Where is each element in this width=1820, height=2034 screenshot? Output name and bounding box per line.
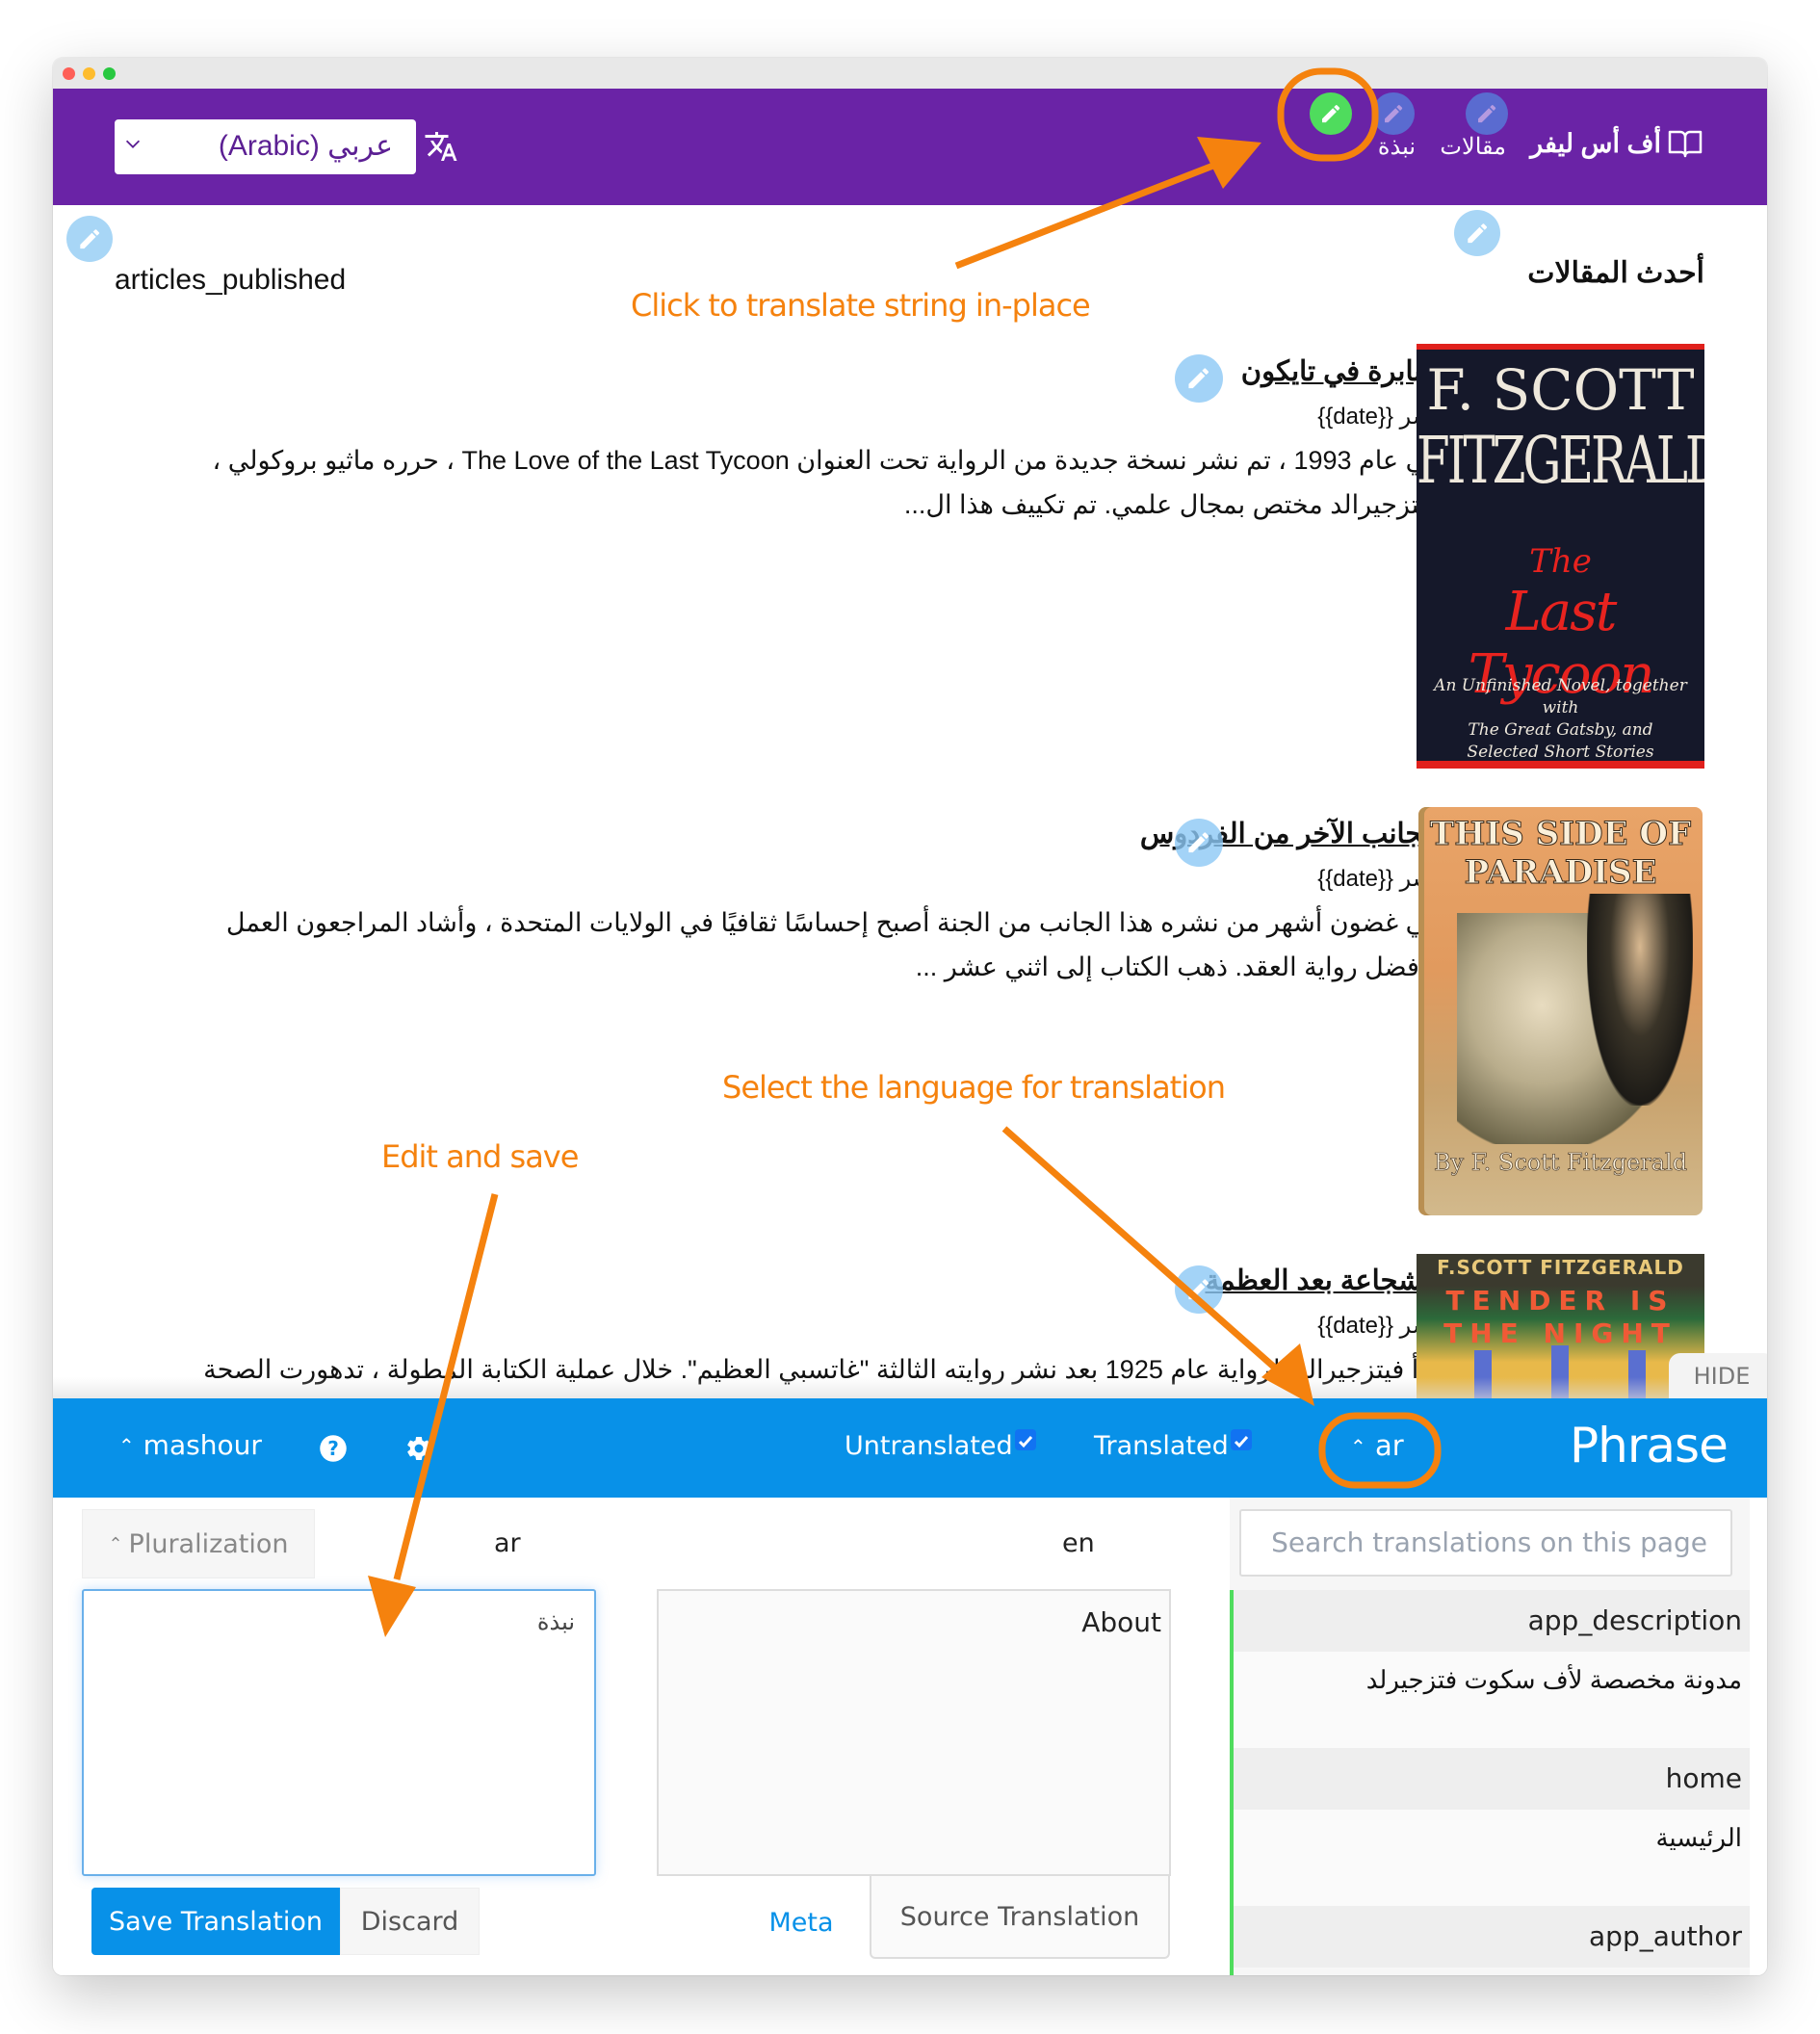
cover-text: By F. Scott Fitzgerald	[1433, 1149, 1688, 1177]
svg-text:?: ?	[327, 1437, 339, 1460]
cover-title: TENDER IS THE NIGHT	[1417, 1285, 1704, 1350]
article-excerpt: في غضون أشهر من نشره هذا الجانب من الجنة…	[225, 908, 1440, 981]
edit-string-button-active[interactable]	[1310, 92, 1352, 135]
edit-string-button[interactable]	[66, 216, 113, 262]
minimize-window-button[interactable]	[83, 67, 95, 80]
edit-string-button[interactable]	[1466, 92, 1508, 135]
user-name: mashour	[143, 1429, 262, 1461]
search-placeholder: Search translations on this page	[1271, 1526, 1707, 1558]
translation-value: نبذة	[536, 1609, 575, 1635]
edit-string-button[interactable]	[1175, 1265, 1223, 1314]
cover-text: Selected Short Stories	[1467, 743, 1654, 762]
gear-icon[interactable]	[404, 1434, 433, 1463]
hide-panel-button[interactable]: HIDE	[1669, 1353, 1767, 1399]
latest-articles-heading: أحدث المقالات	[1527, 257, 1704, 289]
article-title-link[interactable]: جبابرة في تايكون	[1241, 354, 1440, 388]
phrase-brand: Phrase	[1570, 1418, 1729, 1473]
translated-checkbox[interactable]	[1230, 1429, 1252, 1450]
panel-shadow	[53, 1377, 1767, 1398]
discard-button[interactable]: Discard	[340, 1888, 480, 1955]
pencil-icon	[1468, 223, 1487, 243]
search-translations-input[interactable]: Search translations on this page	[1239, 1509, 1732, 1577]
cover-text: The Great Gatsby, and	[1468, 720, 1653, 740]
site-navbar: عربي (Arabic) أف أس ليفر مقالات نبذة	[53, 89, 1767, 205]
locale-code: ar	[1374, 1429, 1404, 1462]
target-locale-label: ar	[494, 1528, 521, 1558]
pencil-icon	[1188, 832, 1209, 853]
cover-text: F.SCOTT FITZGERALD	[1437, 1256, 1684, 1279]
translation-value-row[interactable]: الرئيسية	[1234, 1810, 1750, 1906]
untranslated-checkbox[interactable]	[1014, 1429, 1036, 1450]
question-circle-icon[interactable]: ?	[319, 1434, 348, 1463]
cover-text: F. SCOTT	[1426, 357, 1695, 423]
cover-illustration	[1587, 894, 1693, 1106]
translation-textarea[interactable]: نبذة	[82, 1589, 596, 1876]
filter-untranslated[interactable]: Untranslated	[845, 1429, 1036, 1461]
pencil-icon	[1384, 104, 1403, 123]
cover-text: The	[1529, 542, 1592, 581]
nav-link-about[interactable]: نبذة	[1378, 133, 1416, 161]
user-menu-toggle[interactable]: ⌃ mashour	[118, 1429, 262, 1461]
filter-label: Untranslated	[845, 1431, 1013, 1461]
annotation-click-translate: Click to translate string in-place	[631, 287, 1091, 324]
book-cover-this-side-of-paradise[interactable]: THIS SIDE OF PARADISE By F. Scott Fitzge…	[1418, 807, 1703, 1215]
phrase-toolbar: ⌃ mashour ? Untranslated Translated ⌃ ar…	[53, 1398, 1767, 1498]
tab-meta[interactable]: Meta	[739, 1892, 864, 1952]
book-cover-last-tycoon[interactable]: F. SCOTT FITZGERALD The Last Tycoon An U…	[1417, 344, 1704, 769]
chevron-down-icon	[125, 140, 141, 148]
cover-text: FITZGERALD	[1417, 422, 1704, 499]
nav-link-articles[interactable]: مقالات	[1440, 133, 1506, 161]
pluralization-toggle[interactable]: ⌃ Pluralization	[82, 1509, 315, 1578]
cover-text: TENDER IS	[1445, 1285, 1676, 1317]
translate-icon	[425, 132, 457, 161]
save-translation-button[interactable]: Save Translation	[91, 1888, 340, 1955]
translation-keys-sidebar: Search translations on this page app_des…	[1230, 1498, 1750, 1975]
phrase-editor-panel: ⌃ Pluralization ar en نبذة About Save Tra…	[53, 1498, 1767, 1975]
language-select[interactable]: عربي (Arabic)	[115, 119, 416, 174]
pencil-icon	[1188, 368, 1209, 389]
brand-link[interactable]: أف أس ليفر	[1530, 129, 1661, 159]
cover-text: PARADISE	[1464, 853, 1657, 893]
translation-key-row[interactable]: app_author	[1234, 1906, 1750, 1968]
translation-key-row[interactable]: home	[1234, 1748, 1750, 1810]
edit-string-button[interactable]	[1175, 354, 1223, 403]
filter-label: Translated	[1094, 1431, 1229, 1461]
maximize-window-button[interactable]	[103, 67, 116, 80]
chevron-up-icon: ⌃	[118, 1434, 135, 1457]
title-bar	[53, 58, 1767, 89]
checkmark-icon	[1234, 1436, 1248, 1448]
cover-text: An Unfinished Novel, together with	[1434, 676, 1687, 717]
pencil-icon	[1477, 104, 1496, 123]
annotation-select-language: Select the language for translation	[722, 1069, 1226, 1106]
filter-translated[interactable]: Translated	[1094, 1429, 1252, 1461]
pluralization-label: Pluralization	[128, 1528, 289, 1559]
browser-window: عربي (Arabic) أف أس ليفر مقالات نبذة art…	[53, 58, 1767, 1975]
source-locale-label: en	[1062, 1528, 1095, 1558]
cover-subtitle: An Unfinished Novel, together with The G…	[1417, 675, 1704, 762]
edit-string-button[interactable]	[1372, 92, 1415, 135]
chevron-up-icon: ⌃	[1350, 1435, 1366, 1458]
pencil-icon	[1321, 104, 1340, 123]
cover-title: THIS SIDE OF PARADISE	[1418, 815, 1703, 893]
translation-key-row[interactable]: app_description	[1234, 1590, 1750, 1652]
close-window-button[interactable]	[63, 67, 75, 80]
source-translation-box: About	[657, 1589, 1171, 1876]
pencil-icon	[1188, 1279, 1209, 1300]
tab-source-translation[interactable]: Source Translation	[870, 1876, 1170, 1959]
article-excerpt: في عام 1993 ، تم نشر نسخة جديدة من الروا…	[212, 446, 1441, 519]
articles-published-key: articles_published	[115, 264, 347, 296]
article-title-link[interactable]: الشجاعة بعد العظمة	[1205, 1264, 1440, 1297]
translation-value-row[interactable]: مدونة مخصصة لأف سكوت فتزجيرلد	[1234, 1652, 1750, 1748]
checkmark-icon	[1018, 1436, 1032, 1448]
source-value: About	[1081, 1606, 1161, 1638]
cover-text: THIS SIDE OF	[1429, 815, 1692, 854]
locale-selector[interactable]: ⌃ ar	[1350, 1429, 1404, 1462]
edit-string-button[interactable]	[1175, 819, 1223, 867]
pencil-icon	[80, 229, 99, 248]
annotation-edit-save: Edit and save	[381, 1138, 579, 1175]
language-select-value: عربي (Arabic)	[218, 130, 393, 162]
book-open-icon	[1668, 130, 1703, 158]
chevron-up-icon: ⌃	[108, 1533, 123, 1554]
edit-string-button[interactable]	[1454, 210, 1500, 256]
